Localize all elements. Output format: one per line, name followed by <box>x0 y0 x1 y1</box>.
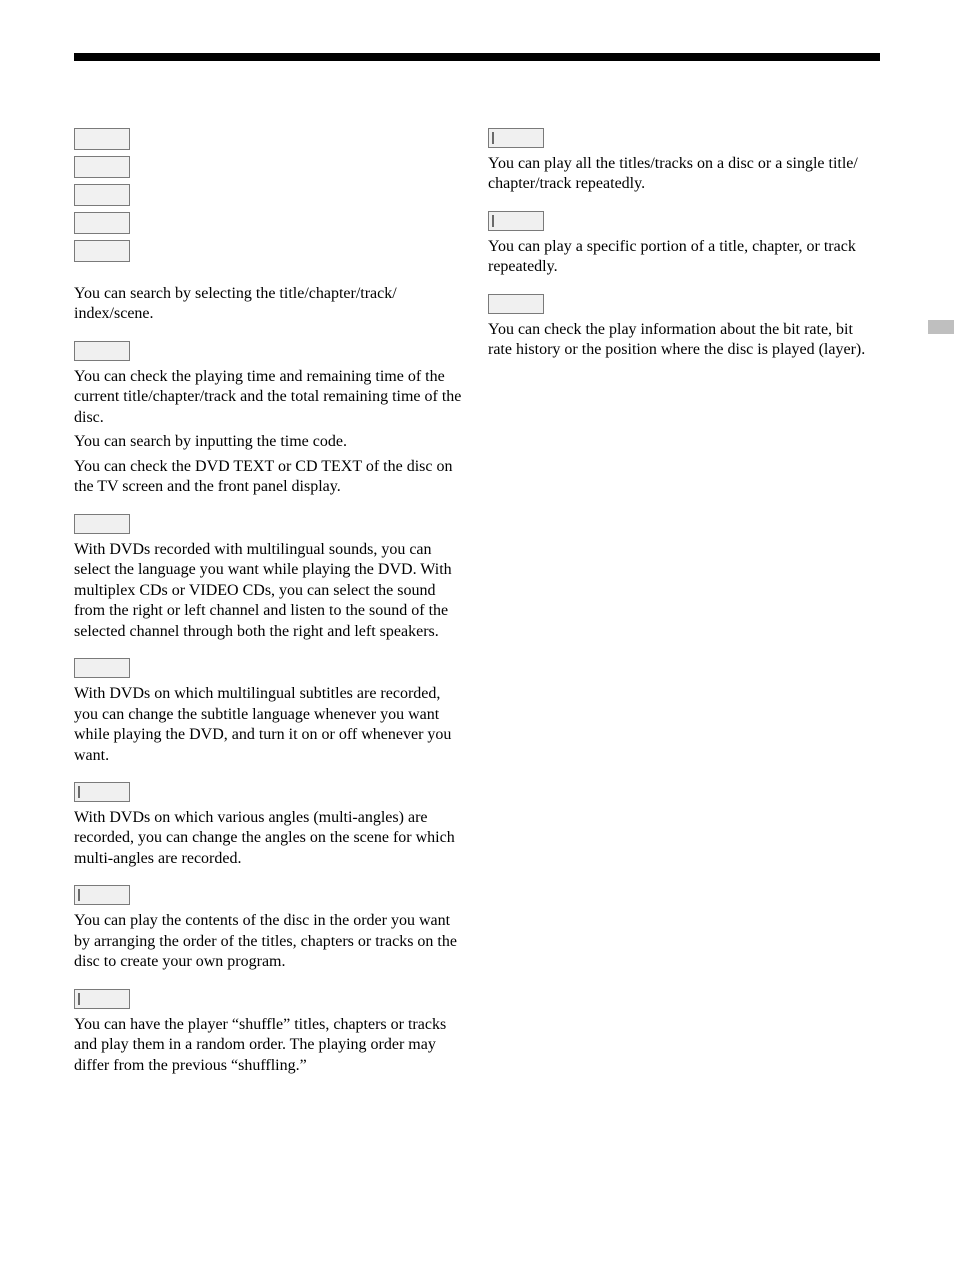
section-audio: With DVDs recorded with multilingual sou… <box>74 514 464 642</box>
body-text: You can have the player “shuffle” titles… <box>74 1015 464 1076</box>
body-text: With DVDs on which various angles (multi… <box>74 808 464 869</box>
section-angle: With DVDs on which various angles (multi… <box>74 782 464 869</box>
body-text: You can play all the titles/tracks on a … <box>488 154 878 195</box>
legend-icon <box>74 240 130 262</box>
body-text: You can check the playing time and remai… <box>74 367 464 428</box>
header-rule <box>74 53 880 61</box>
legend-icon <box>74 184 130 206</box>
section-icon <box>74 885 130 905</box>
body-text: You can search by selecting the title/ch… <box>74 284 464 325</box>
column-right: You can play all the titles/tracks on a … <box>488 128 878 1092</box>
body-text: With DVDs recorded with multilingual sou… <box>74 540 464 642</box>
section-time: You can check the playing time and remai… <box>74 341 464 498</box>
column-left: You can search by selecting the title/ch… <box>74 128 464 1092</box>
legend-icon <box>74 128 130 150</box>
section-shuffle: You can have the player “shuffle” titles… <box>74 989 464 1076</box>
body-text: You can check the DVD TEXT or CD TEXT of… <box>74 457 464 498</box>
body-text: You can play a specific portion of a tit… <box>488 237 878 278</box>
section-ab-repeat: You can play a specific portion of a tit… <box>488 211 878 278</box>
section-icon <box>74 658 130 678</box>
manual-page: You can search by selecting the title/ch… <box>0 0 954 1274</box>
section-icon <box>74 782 130 802</box>
body-text: With DVDs on which multilingual subtitle… <box>74 684 464 766</box>
section-icon <box>74 341 130 361</box>
legend-icon <box>74 212 130 234</box>
section-repeat: You can play all the titles/tracks on a … <box>488 128 878 195</box>
icon-legend-stack <box>74 128 464 262</box>
section-icon <box>488 294 544 314</box>
section-icon <box>74 514 130 534</box>
legend-icon <box>74 156 130 178</box>
body-text: You can check the play information about… <box>488 320 878 361</box>
section-program: You can play the contents of the disc in… <box>74 885 464 972</box>
page-side-tab <box>928 320 954 334</box>
section-icon <box>488 128 544 148</box>
section-icon <box>488 211 544 231</box>
section-subtitle: With DVDs on which multilingual subtitle… <box>74 658 464 766</box>
body-text: You can search by inputting the time cod… <box>74 432 464 452</box>
section-icon <box>74 989 130 1009</box>
content-columns: You can search by selecting the title/ch… <box>74 128 880 1092</box>
section-search: You can search by selecting the title/ch… <box>74 284 464 325</box>
section-info: You can check the play information about… <box>488 294 878 361</box>
body-text: You can play the contents of the disc in… <box>74 911 464 972</box>
